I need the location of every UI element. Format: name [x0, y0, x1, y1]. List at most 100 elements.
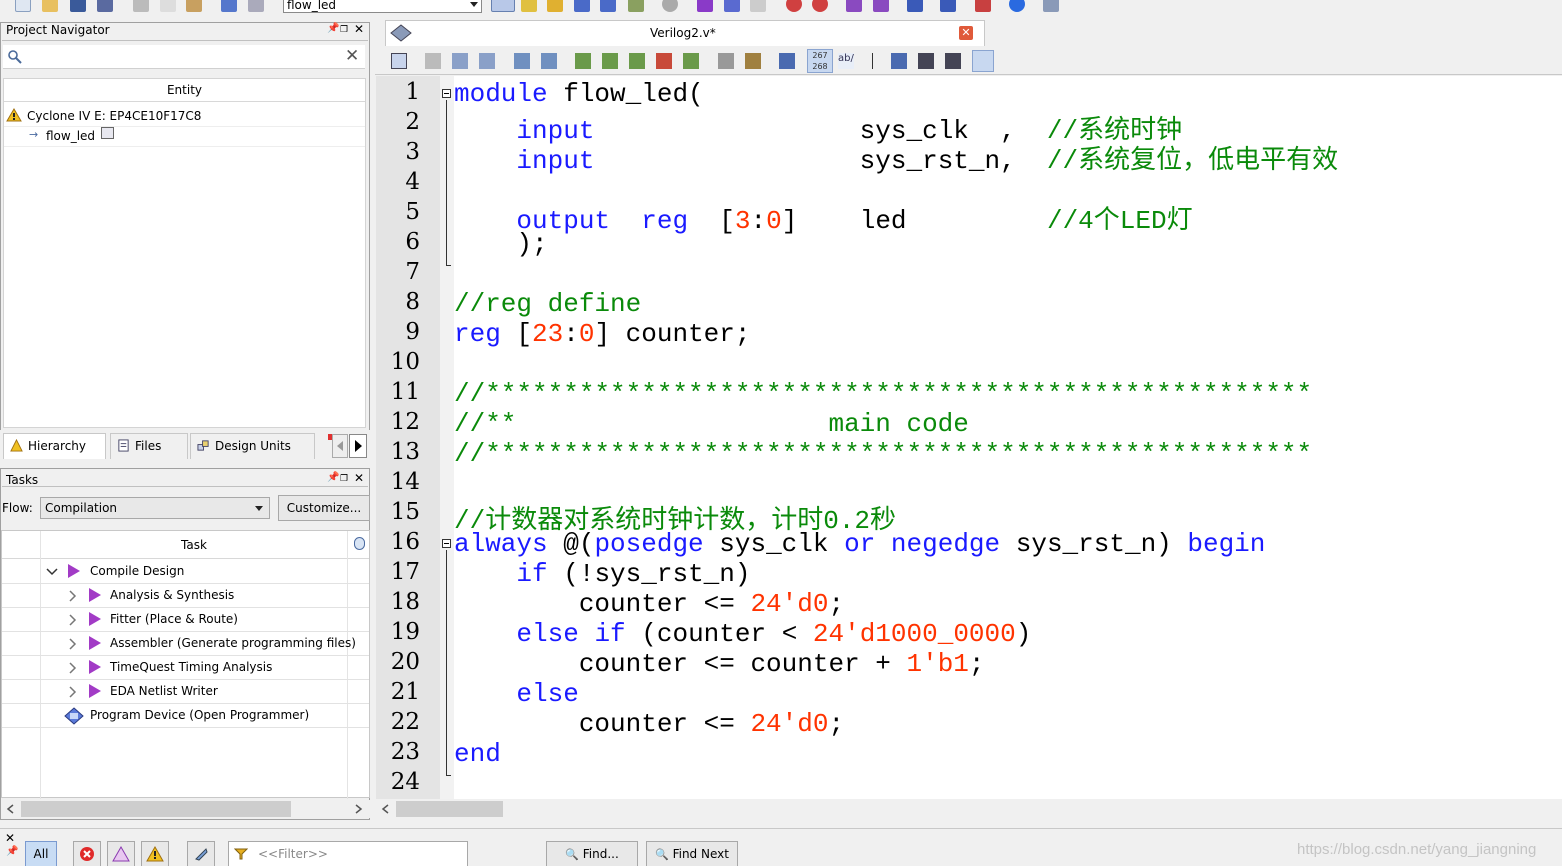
syntax-check-icon[interactable] — [779, 53, 795, 69]
chevron-right-icon[interactable] — [68, 662, 78, 674]
run-arrow-icon[interactable] — [89, 684, 101, 698]
indent-icon[interactable] — [514, 53, 530, 69]
scroll-thumb[interactable] — [396, 801, 503, 817]
compile-arrow-icon[interactable] — [68, 564, 80, 578]
close-tab-icon[interactable]: ✕ — [959, 26, 973, 40]
task-row[interactable]: Fitter (Place & Route) — [2, 608, 369, 632]
filter-critical-warnings-button[interactable] — [107, 841, 135, 866]
start-analysis-icon[interactable] — [724, 0, 740, 12]
editor-hscrollbar[interactable] — [376, 800, 1562, 818]
copy-icon[interactable] — [160, 0, 176, 12]
help-icon[interactable] — [1009, 0, 1025, 12]
increase-indent-icon[interactable] — [891, 53, 907, 69]
code-line[interactable]: end — [454, 739, 501, 769]
insert-template-icon[interactable] — [391, 53, 407, 69]
task-row[interactable]: EDA Netlist Writer — [2, 680, 369, 704]
paste-icon[interactable] — [186, 0, 202, 12]
suppress-button[interactable] — [187, 841, 215, 866]
programmer-icon[interactable] — [64, 707, 84, 725]
new-file-icon[interactable] — [15, 0, 31, 12]
close-icon[interactable]: ✕ — [5, 831, 15, 845]
tab-scroll-left[interactable] — [332, 434, 348, 458]
settings-icon[interactable] — [574, 0, 590, 12]
task-row[interactable]: Program Device (Open Programmer) — [2, 704, 369, 728]
timer-icon[interactable] — [812, 0, 828, 12]
chip-icon[interactable] — [975, 0, 991, 12]
pin-planner-icon[interactable] — [521, 0, 537, 12]
filter-warnings-button[interactable] — [141, 841, 169, 866]
run-arrow-icon[interactable] — [89, 612, 101, 626]
arrow-right-icon[interactable] — [351, 800, 367, 818]
flow-select[interactable]: Compilation — [40, 497, 270, 519]
chevron-down-icon[interactable] — [46, 566, 58, 578]
close-icon[interactable]: ✕ — [354, 22, 364, 36]
chevron-right-icon[interactable] — [68, 614, 78, 626]
prev-bookmark-icon[interactable] — [629, 53, 645, 69]
redo-icon[interactable] — [248, 0, 264, 12]
editor-tab[interactable]: Verilog2.v* ✕ — [385, 20, 985, 46]
tab-design-units[interactable]: Design Units — [190, 433, 315, 459]
bookmark-icon[interactable] — [575, 53, 591, 69]
pin-icon[interactable]: 📌 — [327, 472, 339, 483]
device-label[interactable]: Cyclone IV E: EP4CE10F17C8 — [27, 109, 201, 123]
run-arrow-icon[interactable] — [89, 636, 101, 650]
tab-files[interactable]: Files — [110, 433, 188, 459]
code-line[interactable]: else if (counter < 24'd1000_0000) — [454, 619, 1031, 649]
code-line[interactable]: else — [454, 679, 578, 709]
bookmark-list-icon[interactable] — [683, 53, 699, 69]
chevron-right-icon[interactable] — [68, 638, 78, 650]
collapse-icon[interactable] — [918, 53, 934, 69]
undo-icon[interactable] — [221, 0, 237, 12]
tab-scroll-right[interactable] — [349, 434, 367, 458]
task-row[interactable]: Analysis & Synthesis — [2, 584, 369, 608]
pin-icon[interactable]: 📌 — [6, 846, 18, 857]
code-line[interactable]: //**************************************… — [454, 439, 1312, 469]
programmer-icon[interactable] — [907, 0, 923, 12]
run-arrow-icon[interactable] — [89, 660, 101, 674]
chevron-right-icon[interactable] — [68, 590, 78, 602]
start-compilation-icon[interactable] — [697, 0, 713, 12]
arrow-left-icon[interactable] — [378, 800, 394, 818]
code-line[interactable]: //**************************************… — [454, 379, 1312, 409]
open-folder-icon[interactable] — [42, 0, 58, 12]
next-bookmark-icon[interactable] — [602, 53, 618, 69]
code-line[interactable]: counter <= 24'd0; — [454, 709, 844, 739]
code-line[interactable]: output reg [3:0] led //4个LED灯 — [454, 199, 1192, 236]
task-row[interactable]: TimeQuest Timing Analysis — [2, 656, 369, 680]
line-numbers-icon[interactable]: 267 268 — [807, 49, 833, 73]
word-wrap-icon[interactable]: ab/ — [838, 53, 854, 69]
filter-all-button[interactable]: All — [25, 841, 57, 866]
filter-errors-button[interactable] — [73, 841, 101, 866]
code-line[interactable]: //reg define — [454, 289, 641, 319]
code-line[interactable]: always @(posedge sys_clk or negedge sys_… — [454, 529, 1265, 559]
customize-button[interactable]: Customize... — [278, 495, 370, 521]
assignment-editor-icon[interactable] — [547, 0, 563, 12]
navigator-search-field[interactable]: ✕ — [3, 45, 365, 69]
clear-search-icon[interactable]: ✕ — [345, 46, 359, 66]
run-arrow-icon[interactable] — [89, 588, 101, 602]
tasks-hscrollbar[interactable] — [1, 800, 370, 818]
netlist-viewer-icon[interactable] — [846, 0, 862, 12]
fold-toggle-icon[interactable] — [442, 89, 451, 98]
code-line[interactable]: module flow_led( — [454, 79, 704, 109]
rtl-viewer-icon[interactable] — [750, 0, 766, 12]
comment-icon[interactable] — [745, 53, 761, 69]
split-view-icon[interactable] — [972, 50, 994, 72]
chip-planner-icon[interactable] — [491, 0, 515, 12]
code-line[interactable]: //** main code — [454, 409, 969, 439]
chevron-right-icon[interactable] — [68, 686, 78, 698]
close-icon[interactable]: ✕ — [354, 471, 364, 485]
find-replace-icon[interactable] — [452, 53, 468, 69]
save-all-icon[interactable] — [97, 0, 113, 12]
timing-analyzer-icon[interactable] — [786, 0, 802, 12]
code-line[interactable]: counter <= 24'd0; — [454, 589, 844, 619]
pin-icon[interactable]: 📌 — [327, 23, 339, 34]
code-line[interactable]: reg [23:0] counter; — [454, 319, 751, 349]
float-icon[interactable]: ❐ — [340, 474, 348, 484]
cut-icon[interactable] — [133, 0, 149, 12]
technology-map-icon[interactable] — [873, 0, 889, 12]
tab-hierarchy[interactable]: Hierarchy — [3, 433, 106, 459]
code-line[interactable]: ); — [454, 229, 547, 259]
analysis-icon[interactable] — [600, 0, 616, 12]
code-editor[interactable]: module flow_led( input sys_clk , //系统时钟 … — [454, 76, 1562, 799]
